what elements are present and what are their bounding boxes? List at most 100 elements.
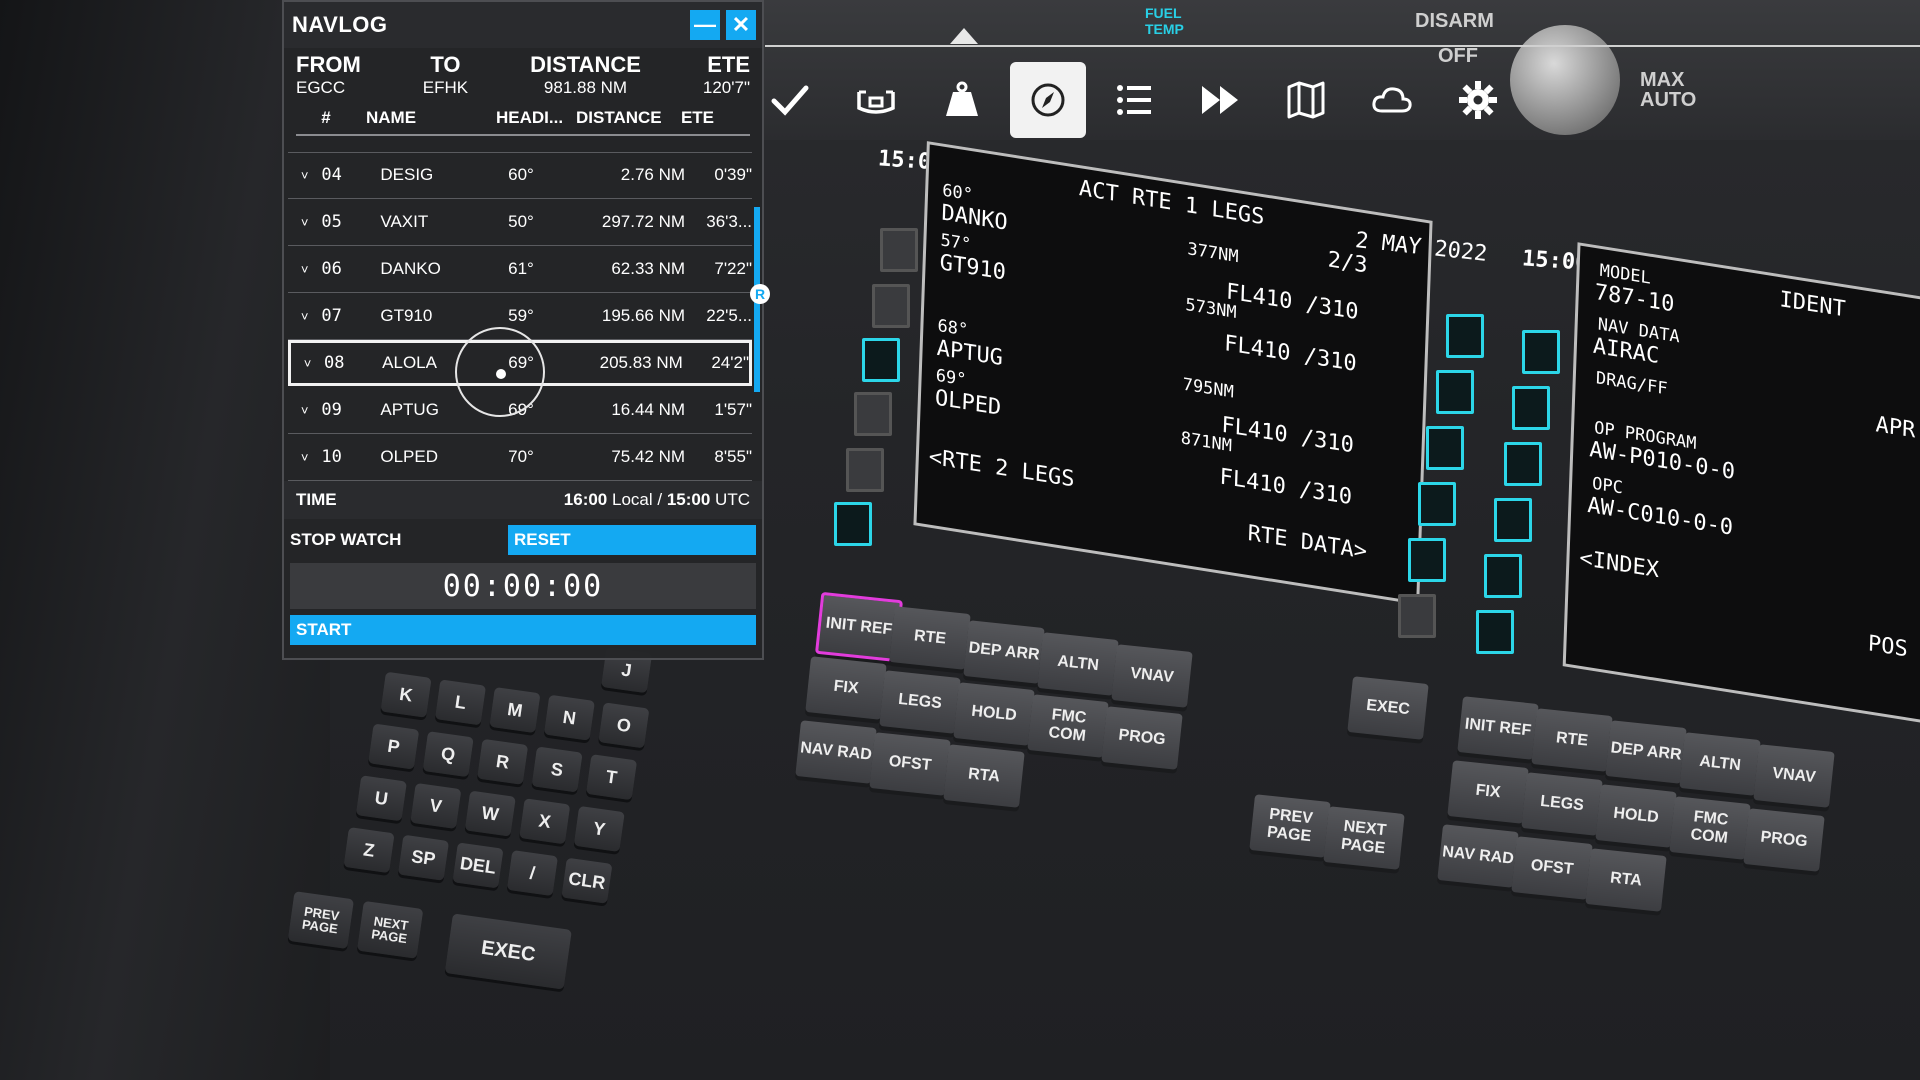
cdu-legs-button[interactable]: LEGS [879,670,961,734]
table-row[interactable]: ˅ 06 DANKO 61° 62.33 NM 7'22" [288,246,752,293]
cdu2-vnav-button[interactable]: VNAV [1753,744,1835,808]
weather-cloud-icon[interactable] [1354,62,1430,138]
key-r[interactable]: R [477,738,529,785]
lsk-right-cdu-1l[interactable] [1522,330,1560,374]
key-y[interactable]: Y [573,805,625,852]
waypoint-distance: 2.76 NM [620,165,686,184]
settings-gear-icon[interactable] [1440,62,1516,138]
start-button[interactable]: START [290,615,756,645]
key-l[interactable]: L [434,679,487,726]
lsk-right-cdu-5l[interactable] [1484,554,1522,598]
lsk-right-cdu-3l[interactable] [1504,442,1542,486]
chevron-down-icon[interactable]: ˅ [288,450,321,465]
table-row[interactable]: ˅ 04 DESIG 60° 2.76 NM 0'39" [288,152,752,199]
chevron-down-icon[interactable]: ˅ [288,168,321,183]
cdu2-altn-button[interactable]: ALTN [1679,732,1761,796]
close-button[interactable]: ✕ [726,10,756,40]
cdu2-hold-button[interactable]: HOLD [1595,784,1677,848]
key-q[interactable]: Q [422,731,474,778]
lsk-5r[interactable] [1408,538,1446,582]
key-w[interactable]: W [464,790,516,837]
cdu2-init-ref-button[interactable]: INIT REF [1457,696,1539,760]
minimize-button[interactable]: — [690,10,720,40]
cdu-dep-arr-button[interactable]: DEP ARR [963,620,1045,684]
table-row[interactable]: ˅ 05 VAXIT 50° 297.72 NM 36'3... [288,199,752,246]
key-prev-page[interactable]: PREV PAGE [287,891,355,949]
lsk-4l[interactable] [854,392,892,436]
weight-icon[interactable] [924,62,1000,138]
key-x[interactable]: X [519,798,571,845]
key-m[interactable]: M [489,687,541,734]
waypoint-list[interactable]: ˅ 04 DESIG 60° 2.76 NM 0'39" ˅ 05 VAXIT 50° 297.72… [284,136,762,481]
lsk-4r[interactable] [1418,482,1456,526]
key-p[interactable]: P [368,723,420,770]
cdu-hold-button[interactable]: HOLD [953,682,1035,746]
key-clr[interactable]: CLR [561,857,613,904]
key-u[interactable]: U [355,775,407,822]
waypoint-heading: 70° [508,447,534,466]
lsk-5l[interactable] [846,448,884,492]
key-n[interactable]: N [543,694,595,741]
cdu2-rte-button[interactable]: RTE [1531,708,1613,772]
cdu2-fmc-com-button[interactable]: FMC COM [1669,796,1751,860]
lsk-right-cdu-2l[interactable] [1512,386,1550,430]
lsk-6l[interactable] [834,502,872,546]
reset-button[interactable]: RESET [508,525,756,555]
chevron-down-icon[interactable]: ˅ [288,309,321,324]
cdu-prev-page-button[interactable]: PREV PAGE [1249,794,1331,858]
key-exec[interactable]: EXEC [444,913,572,990]
lsk-2r[interactable] [1436,370,1474,414]
cdu-next-page-button[interactable]: NEXT PAGE [1323,806,1405,870]
lsk-right-cdu-6l[interactable] [1476,610,1514,654]
cdu2-rta-button[interactable]: RTA [1585,848,1667,912]
chevron-down-icon[interactable]: ˅ [288,215,321,230]
cdu-fmc-com-button[interactable]: FMC COM [1027,694,1109,758]
cdu-ofst-button[interactable]: OFST [869,732,951,796]
cdu2-ofst-button[interactable]: OFST [1511,836,1593,900]
cdu-altn-button[interactable]: ALTN [1037,632,1119,696]
navlog-header[interactable]: NAVLOG — ✕ [284,2,762,48]
key-t[interactable]: T [585,754,638,801]
lsk-right-cdu-4l[interactable] [1494,498,1532,542]
key-next-page[interactable]: NEXT PAGE [356,900,424,959]
cdu-rta-button[interactable]: RTA [943,744,1025,808]
column-ete: ETE [680,108,714,127]
chevron-down-icon[interactable]: ˅ [288,403,321,418]
cdu2-legs-button[interactable]: LEGS [1521,772,1603,836]
compass-icon[interactable] [1010,62,1086,138]
scrollbar-handle[interactable]: R [750,284,770,304]
key-z[interactable]: Z [343,827,395,874]
yoke-icon[interactable] [838,62,914,138]
cdu-prog-button[interactable]: PROG [1101,706,1183,770]
key-sp[interactable]: SP [397,834,450,881]
table-row[interactable]: ˅ 10 OLPED 70° 75.42 NM 8'55" [288,434,752,481]
key-o[interactable]: O [598,702,650,749]
cdu2-dep-arr-button[interactable]: DEP ARR [1605,720,1687,784]
list-icon[interactable] [1096,62,1172,138]
lsk-1l[interactable] [880,228,918,272]
chevron-down-icon[interactable]: ˅ [288,262,321,277]
fast-forward-icon[interactable] [1182,62,1258,138]
cdu-rte-button[interactable]: RTE [889,606,971,670]
cdu2-fix-button[interactable]: FIX [1447,760,1529,824]
cdu-vnav-button[interactable]: VNAV [1111,644,1193,708]
lsk-2l[interactable] [872,284,910,328]
lsk-6r[interactable] [1398,594,1436,638]
cdu-nav-rad-button[interactable]: NAV RAD [795,720,877,784]
lsk-3r[interactable] [1426,426,1464,470]
cdu2-nav-rad-button[interactable]: NAV RAD [1437,824,1519,888]
cdu-exec-button[interactable]: EXEC [1347,676,1429,740]
lsk-1r[interactable] [1446,314,1484,358]
cdu-fix-button[interactable]: FIX [805,656,887,720]
key-del[interactable]: DEL [452,842,504,889]
cdu2-prog-button[interactable]: PROG [1743,808,1825,872]
key-slash[interactable]: / [506,850,558,897]
autobrake-dial[interactable] [1510,25,1620,135]
map-icon[interactable] [1268,62,1344,138]
waypoint-ete: 22'5... [706,306,753,325]
key-k[interactable]: K [380,671,432,718]
chevron-down-icon[interactable]: ˅ [291,356,324,371]
lsk-3l[interactable] [862,338,900,382]
key-s[interactable]: S [531,746,583,793]
key-v[interactable]: V [410,782,462,829]
